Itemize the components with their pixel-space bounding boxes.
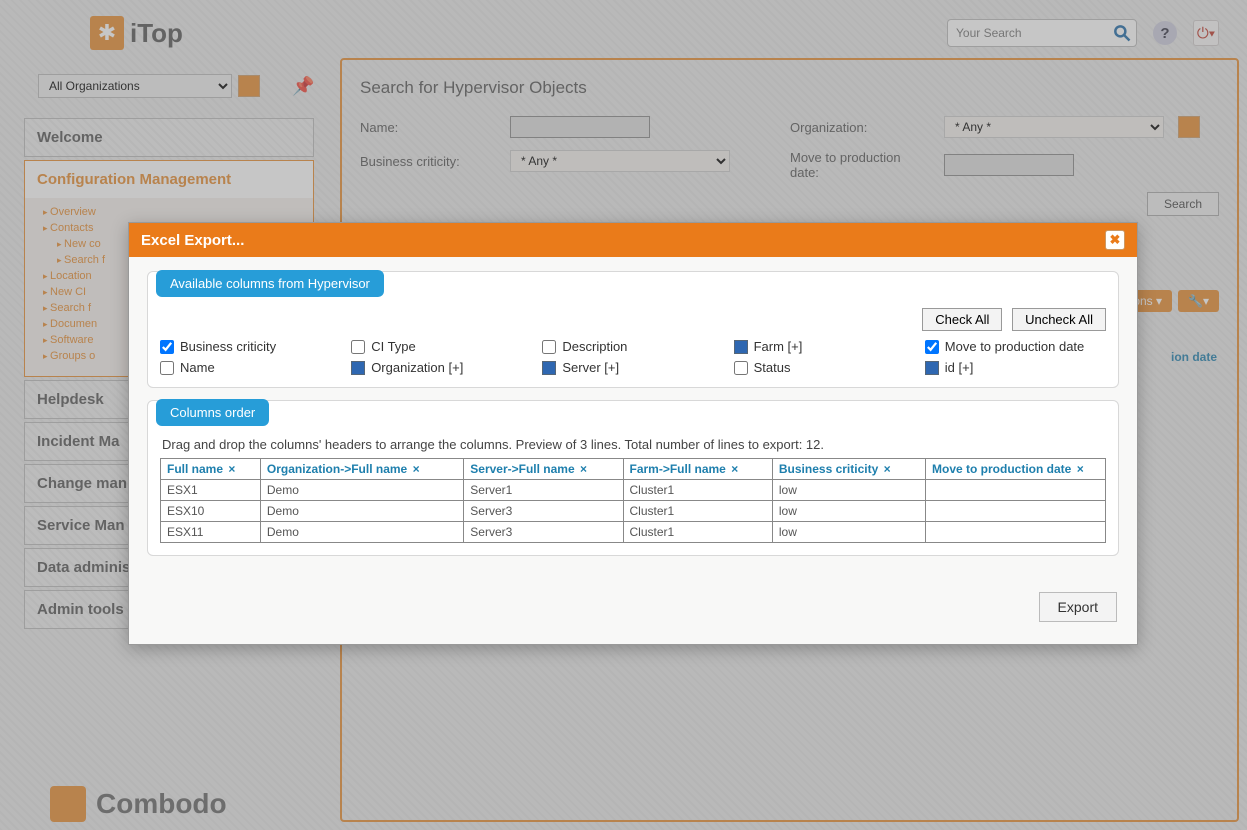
remove-col-icon[interactable]: × bbox=[228, 462, 235, 476]
chk-name[interactable] bbox=[160, 361, 174, 375]
table-cell: ESX10 bbox=[161, 501, 261, 522]
th-farm-full[interactable]: Farm->Full name × bbox=[623, 459, 772, 480]
chk-ci-type[interactable] bbox=[351, 340, 365, 354]
col-id[interactable]: id [+] bbox=[925, 360, 1106, 375]
table-row: ESX10DemoServer3Cluster1low bbox=[161, 501, 1106, 522]
excel-export-dialog: Excel Export... ✖ Available columns from… bbox=[128, 222, 1138, 645]
col-ci-type[interactable]: CI Type bbox=[351, 339, 532, 354]
table-cell: low bbox=[772, 480, 925, 501]
available-columns-legend: Available columns from Hypervisor bbox=[156, 270, 384, 297]
preview-table: Full name × Organization->Full name × Se… bbox=[160, 458, 1106, 543]
table-cell: Demo bbox=[260, 522, 463, 543]
chk-description[interactable] bbox=[542, 340, 556, 354]
table-cell: Demo bbox=[260, 480, 463, 501]
table-cell: Server1 bbox=[464, 480, 623, 501]
remove-col-icon[interactable]: × bbox=[1077, 462, 1084, 476]
table-cell: Cluster1 bbox=[623, 501, 772, 522]
remove-col-icon[interactable]: × bbox=[580, 462, 587, 476]
chk-farm[interactable] bbox=[734, 340, 748, 354]
table-cell: low bbox=[772, 501, 925, 522]
col-description[interactable]: Description bbox=[542, 339, 723, 354]
remove-col-icon[interactable]: × bbox=[413, 462, 420, 476]
table-cell bbox=[926, 522, 1106, 543]
table-cell bbox=[926, 480, 1106, 501]
col-farm[interactable]: Farm [+] bbox=[734, 339, 915, 354]
chk-server[interactable] bbox=[542, 361, 556, 375]
table-cell: ESX1 bbox=[161, 480, 261, 501]
table-cell: low bbox=[772, 522, 925, 543]
table-row: ESX1DemoServer1Cluster1low bbox=[161, 480, 1106, 501]
table-cell: ESX11 bbox=[161, 522, 261, 543]
columns-order-instruction: Drag and drop the columns' headers to ar… bbox=[162, 437, 1104, 452]
close-icon[interactable]: ✖ bbox=[1105, 230, 1125, 250]
col-name[interactable]: Name bbox=[160, 360, 341, 375]
th-server-full[interactable]: Server->Full name × bbox=[464, 459, 623, 480]
table-cell: Cluster1 bbox=[623, 480, 772, 501]
table-cell bbox=[926, 501, 1106, 522]
col-server[interactable]: Server [+] bbox=[542, 360, 723, 375]
th-move-date[interactable]: Move to production date × bbox=[926, 459, 1106, 480]
col-business-crit[interactable]: Business criticity bbox=[160, 339, 341, 354]
chk-status[interactable] bbox=[734, 361, 748, 375]
table-row: ESX11DemoServer3Cluster1low bbox=[161, 522, 1106, 543]
table-cell: Demo bbox=[260, 501, 463, 522]
export-button[interactable]: Export bbox=[1039, 592, 1117, 622]
chk-organization[interactable] bbox=[351, 361, 365, 375]
chk-id[interactable] bbox=[925, 361, 939, 375]
col-move-date[interactable]: Move to production date bbox=[925, 339, 1106, 354]
uncheck-all-button[interactable]: Uncheck All bbox=[1012, 308, 1106, 331]
dialog-title: Excel Export... bbox=[141, 232, 244, 249]
th-full-name[interactable]: Full name × bbox=[161, 459, 261, 480]
table-cell: Server3 bbox=[464, 501, 623, 522]
remove-col-icon[interactable]: × bbox=[884, 462, 891, 476]
col-status[interactable]: Status bbox=[734, 360, 915, 375]
th-bus-crit[interactable]: Business criticity × bbox=[772, 459, 925, 480]
th-org-full[interactable]: Organization->Full name × bbox=[260, 459, 463, 480]
col-organization[interactable]: Organization [+] bbox=[351, 360, 532, 375]
check-all-button[interactable]: Check All bbox=[922, 308, 1002, 331]
remove-col-icon[interactable]: × bbox=[731, 462, 738, 476]
table-cell: Server3 bbox=[464, 522, 623, 543]
table-cell: Cluster1 bbox=[623, 522, 772, 543]
chk-move-date[interactable] bbox=[925, 340, 939, 354]
chk-business-crit[interactable] bbox=[160, 340, 174, 354]
columns-order-legend: Columns order bbox=[156, 399, 269, 426]
